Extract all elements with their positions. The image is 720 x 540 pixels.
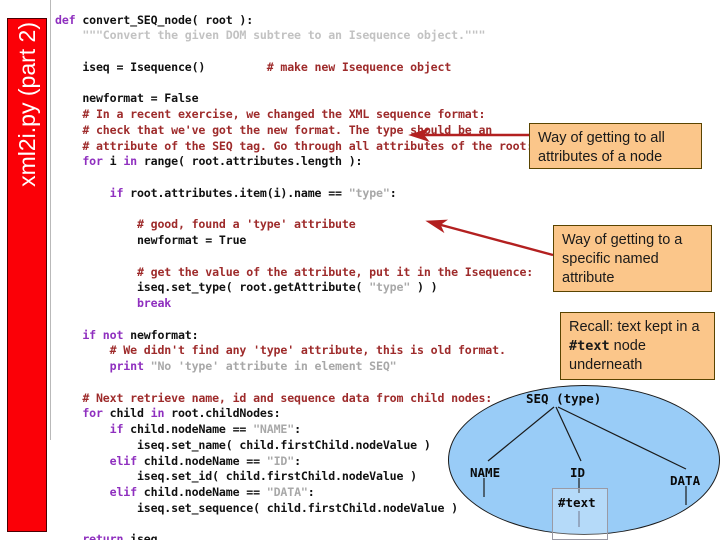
code-line: # In a recent exercise, we changed the X… [55,107,715,123]
callout-named-attribute: Way of getting to a specific named attri… [553,225,712,292]
code-token: for [55,406,110,421]
code-line: newformat = False [55,91,715,107]
code-token: range( root.attributes.length ): [143,154,363,169]
code-token: child.nodeName == [143,453,267,468]
code-token: "DATA" [266,485,308,500]
tree-node-text: #text [558,495,596,510]
callout-3-text-pre: Recall: text kept in a [569,319,700,335]
code-token: elif [55,453,144,468]
code-token: i [109,154,124,169]
code-token: "No 'type' attribute in element SEQ" [150,359,397,374]
code-token: for [55,154,110,169]
code-token: def [55,12,83,27]
code-token: # get the value of the attribute, put it… [55,264,534,279]
code-line: if root.attributes.item(i).name == "type… [55,186,715,202]
code-token: iseq.set_sequence( child.firstChild.node… [55,500,458,515]
code-line: iseq = Isequence() # make new Isequence … [55,60,715,76]
code-token: "ID" [266,453,295,468]
code-token: iseq.set_name( child.firstChild.nodeValu… [55,437,431,452]
code-token: """Convert the given DOM subtree to an I… [55,28,486,43]
code-token: # We didn't find any 'type' attribute, t… [55,343,506,358]
code-token: convert_SEQ_node( root ): [82,12,254,27]
callout-attributes-of-node: Way of getting to all attributes of a no… [529,123,702,169]
code-token: # attribute of the SEQ tag. Go through a… [55,138,534,153]
callout-text-node: Recall: text kept in a #text node undern… [560,312,715,380]
code-token: iseq = Isequence() [55,59,267,74]
code-token: iseq.set_id( child.firstChild.nodeValue … [55,469,417,484]
code-token: iseq.set_type( root.getAttribute( [55,280,370,295]
code-token: elif [55,485,144,500]
code-token: "type" [348,185,390,200]
code-token: : [307,485,315,500]
code-token: "type" [369,280,411,295]
code-token: True [218,233,247,248]
code-token: # good, found a 'type' attribute [55,217,356,232]
code-token: child [109,406,151,421]
code-token: # In a recent exercise, we changed the X… [55,107,486,122]
code-token: print [55,359,151,374]
code-token: ) ) [410,280,438,295]
code-token: # check that we've got the new format. T… [55,122,493,137]
callout-2-text: Way of getting to a specific named attri… [562,232,683,286]
code-line: """Convert the given DOM subtree to an I… [55,28,715,44]
tree-node-data: DATA [670,473,701,488]
code-token: : [294,453,301,468]
code-token: if [55,185,131,200]
code-gutter-rule [50,0,51,440]
code-token: iseq [130,532,158,540]
code-token: child.nodeName == [143,485,267,500]
callout-3-text-mono: #text [569,338,610,354]
code-token: False [164,91,199,106]
code-token: # Next retrieve name, id and sequence da… [55,390,493,405]
code-line: def convert_SEQ_node( root ): [55,13,715,29]
code-token: child.nodeName == [130,422,254,437]
callout-1-text: Way of getting to all attributes of a no… [538,130,665,165]
code-token: in [123,154,144,169]
tree-node-name: NAME [470,465,501,480]
sidebar-red-bar [7,18,47,532]
code-token: break [55,296,172,311]
code-token: root.childNodes: [171,406,281,421]
code-token: return [55,532,131,540]
tree-node-seq: SEQ (type) [526,391,602,406]
code-token: newformat = [55,233,219,248]
code-token: root.attributes.item(i).name == [130,185,349,200]
tree-node-id: ID [570,465,586,480]
code-token: : [294,422,301,437]
code-token: newformat = [55,91,165,106]
code-token: if not [55,327,131,342]
slide-canvas: xml2i.py (part 2) def convert_SEQ_node( … [0,0,720,540]
code-token: "NAME" [253,422,295,437]
code-token: if [55,422,131,437]
code-token: : [389,185,397,200]
code-line: break [55,296,715,312]
dom-tree-diagram: SEQ (type) NAME ID DATA #text [448,385,720,540]
code-token: newformat: [130,327,199,342]
code-token: in [150,406,172,421]
code-token: # make new Isequence object [266,59,452,74]
